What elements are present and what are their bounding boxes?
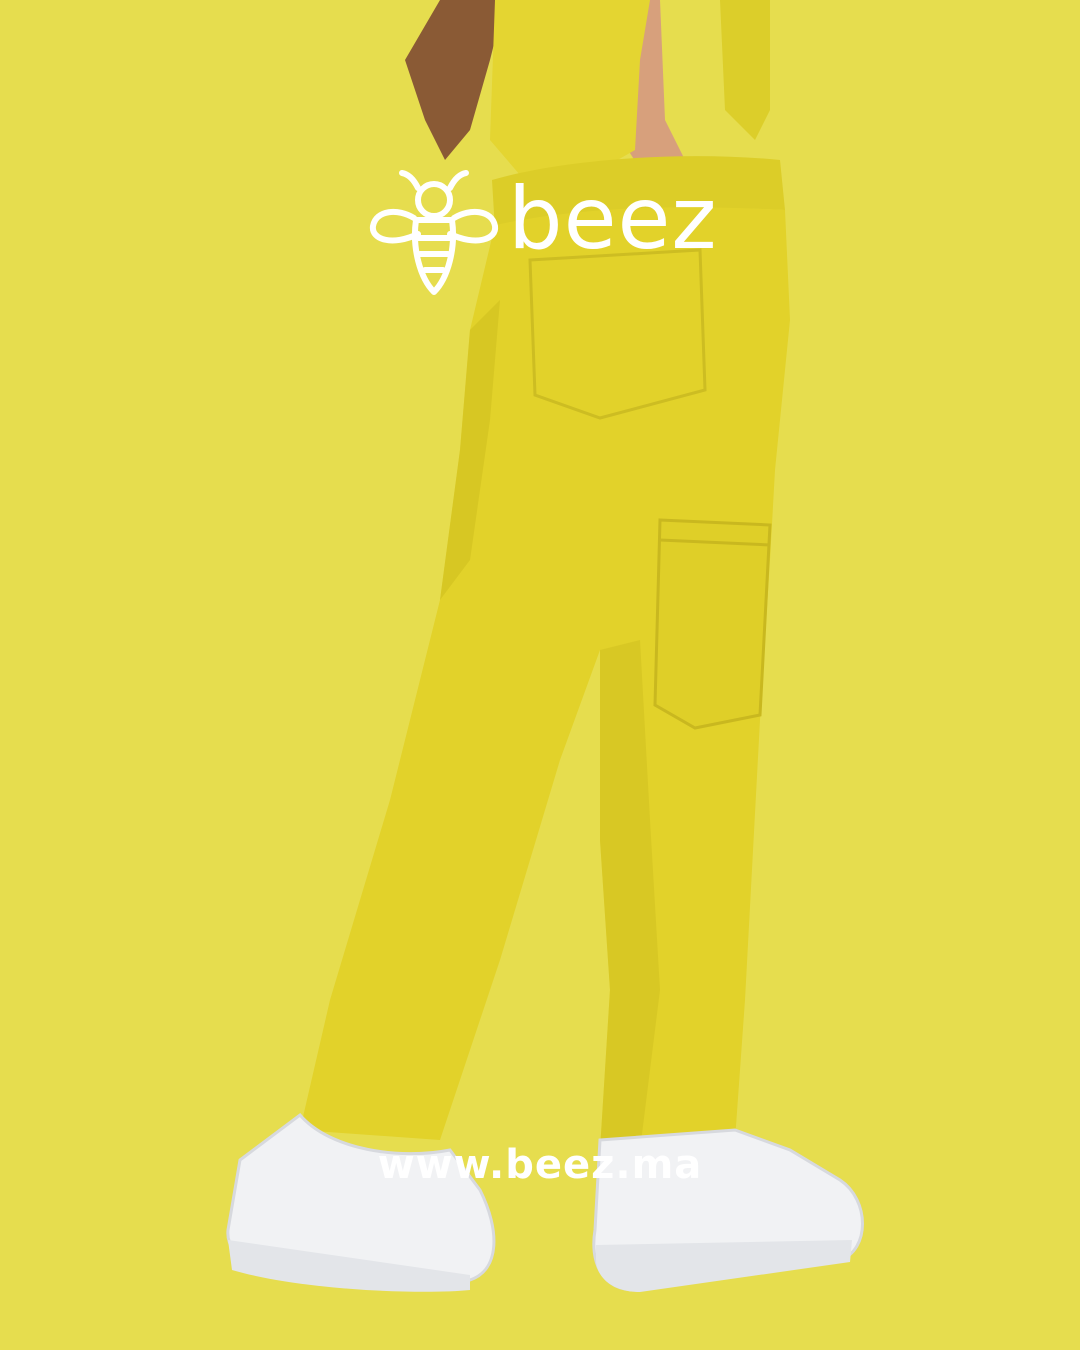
brand-wordmark: beez (508, 169, 718, 269)
bee-icon (369, 170, 499, 295)
scrub-top-sleeve (720, 0, 770, 140)
website-url: www.beez.ma (377, 1142, 703, 1188)
hair (405, 0, 505, 160)
cargo-pocket (653, 518, 772, 730)
brand-logo: beez (368, 168, 728, 298)
ad-canvas: beez www.beez.ma (0, 0, 1080, 1350)
scrub-top (490, 0, 650, 175)
